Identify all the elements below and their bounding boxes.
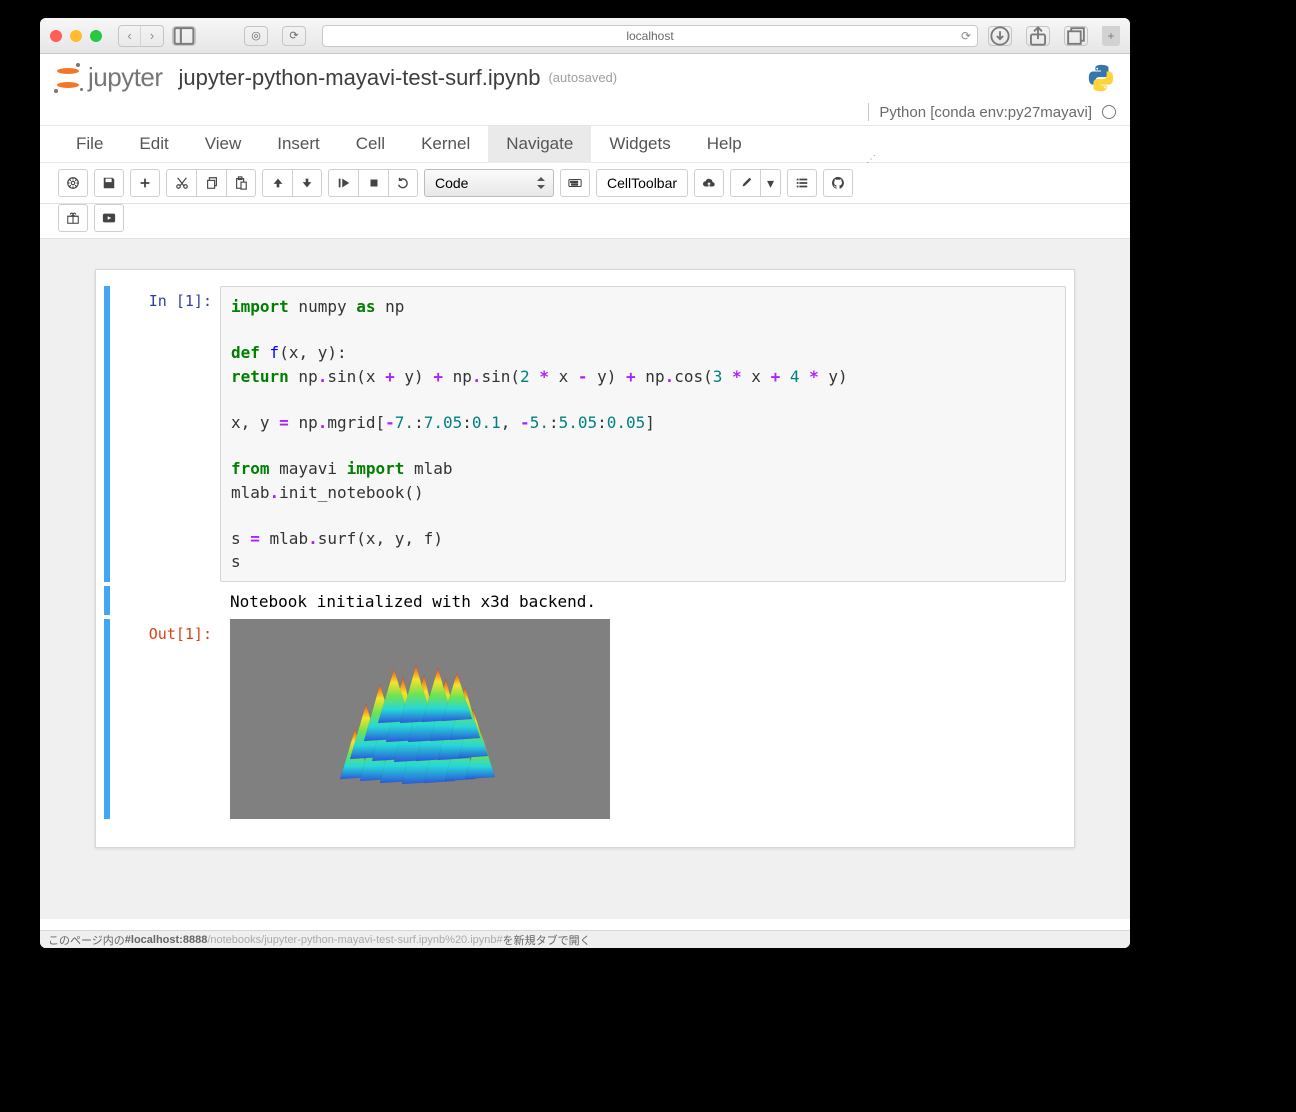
brush-button[interactable]: [730, 169, 760, 197]
menu-help[interactable]: Help: [689, 126, 760, 162]
menu-widgets[interactable]: Widgets: [591, 126, 688, 162]
output-area: [220, 619, 1066, 819]
menu-cell[interactable]: Cell: [338, 126, 403, 162]
toc-button[interactable]: [787, 169, 817, 197]
save-checkpoint-button[interactable]: [94, 169, 124, 197]
interrupt-button[interactable]: [358, 169, 388, 197]
minimize-window-button[interactable]: [70, 30, 82, 42]
jupyter-logo-icon: [54, 64, 82, 92]
toolbar-grip-icon: ⋰: [866, 154, 876, 165]
notebook-area: In [1]: import numpy as np def f(x, y): …: [40, 239, 1130, 919]
python-logo-icon[interactable]: [1086, 63, 1116, 93]
menu-navigate[interactable]: Navigate: [488, 126, 591, 162]
notebook-container: In [1]: import numpy as np def f(x, y): …: [95, 269, 1075, 848]
cell-type-select[interactable]: Code: [424, 169, 554, 197]
share-button[interactable]: [1026, 26, 1050, 46]
youtube-button[interactable]: [94, 204, 124, 232]
close-window-button[interactable]: [50, 30, 62, 42]
jupyter-header: jupyter jupyter-python-mayavi-test-surf.…: [40, 54, 1130, 97]
copy-button[interactable]: [196, 169, 226, 197]
toolbar-row-2: [40, 204, 1130, 239]
downloads-button[interactable]: [988, 26, 1012, 46]
move-down-button[interactable]: [292, 169, 322, 197]
menu-view[interactable]: View: [187, 126, 260, 162]
brush-dropdown-button[interactable]: ▾: [760, 169, 781, 197]
url-text: localhost: [626, 29, 673, 43]
restart-button[interactable]: [388, 169, 418, 197]
menu-edit[interactable]: Edit: [121, 126, 186, 162]
traffic-lights: [50, 30, 102, 42]
extension-buttons: ◎ ⟳: [244, 26, 314, 46]
extension-button-1[interactable]: ◎: [244, 26, 268, 46]
output-prompt: Out[1]:: [110, 619, 220, 819]
autosave-label: (autosaved): [548, 70, 617, 85]
cloud-upload-button[interactable]: [694, 169, 724, 197]
kernel-name[interactable]: Python [conda env:py27mayavi]: [879, 104, 1092, 121]
kernel-status-icon: [1102, 105, 1116, 119]
status-bar: このページ内の#localhost:8888/notebooks/jupyter…: [40, 930, 1130, 948]
browser-chrome: ‹ › ◎ ⟳ localhost ⟳ +: [40, 18, 1130, 54]
reload-icon[interactable]: ⟳: [961, 29, 971, 43]
stdout-output: Notebook initialized with x3d backend.: [220, 586, 1066, 615]
command-palette-button[interactable]: [560, 169, 590, 197]
sidebar-toggle-button[interactable]: [172, 26, 196, 46]
menu-file[interactable]: File: [58, 126, 121, 162]
save-button[interactable]: [58, 169, 88, 197]
menubar: File Edit View Insert Cell Kernel Naviga…: [40, 126, 1130, 163]
github-button[interactable]: [823, 169, 853, 197]
code-cell[interactable]: In [1]: import numpy as np def f(x, y): …: [104, 286, 1066, 582]
input-prompt: In [1]:: [110, 286, 220, 582]
paste-button[interactable]: [226, 169, 256, 197]
maximize-window-button[interactable]: [90, 30, 102, 42]
menu-insert[interactable]: Insert: [259, 126, 338, 162]
back-button[interactable]: ‹: [119, 26, 141, 46]
gift-button[interactable]: [58, 204, 88, 232]
tabs-button[interactable]: [1064, 26, 1088, 46]
jupyter-logo[interactable]: jupyter: [54, 62, 163, 93]
status-text-host: #localhost:8888: [125, 934, 208, 946]
menu-kernel[interactable]: Kernel: [403, 126, 488, 162]
status-text-post: を新規タブで開く: [503, 932, 591, 948]
kernel-indicator-row: Python [conda env:py27mayavi]: [40, 97, 1130, 126]
nav-buttons: ‹ ›: [118, 25, 164, 47]
surf-plot-icon: [320, 659, 530, 804]
notebook-name[interactable]: jupyter-python-mayavi-test-surf.ipynb: [179, 65, 541, 91]
output-display-row: Out[1]:: [104, 619, 1066, 819]
move-up-button[interactable]: [262, 169, 292, 197]
cell-toolbar-button[interactable]: CellToolbar: [596, 169, 688, 197]
toolbar: Code CellToolbar ▾: [40, 163, 1130, 204]
extension-button-2[interactable]: ⟳: [282, 26, 306, 46]
status-text-pre: このページ内の: [48, 932, 125, 948]
insert-cell-button[interactable]: [130, 169, 160, 197]
code-input[interactable]: import numpy as np def f(x, y): return n…: [220, 286, 1066, 582]
browser-window: ‹ › ◎ ⟳ localhost ⟳ +: [40, 18, 1130, 948]
url-bar[interactable]: localhost ⟳: [322, 25, 978, 47]
run-button[interactable]: [328, 169, 358, 197]
status-text-path: /notebooks/jupyter-python-mayavi-test-su…: [207, 934, 502, 946]
cut-button[interactable]: [166, 169, 196, 197]
right-chrome-buttons: [988, 26, 1096, 46]
jupyter-logo-text: jupyter: [88, 62, 163, 93]
new-tab-button[interactable]: +: [1102, 26, 1120, 46]
forward-button[interactable]: ›: [141, 26, 163, 46]
output-text-row: Notebook initialized with x3d backend.: [104, 586, 1066, 615]
mayavi-surf-output[interactable]: [230, 619, 610, 819]
